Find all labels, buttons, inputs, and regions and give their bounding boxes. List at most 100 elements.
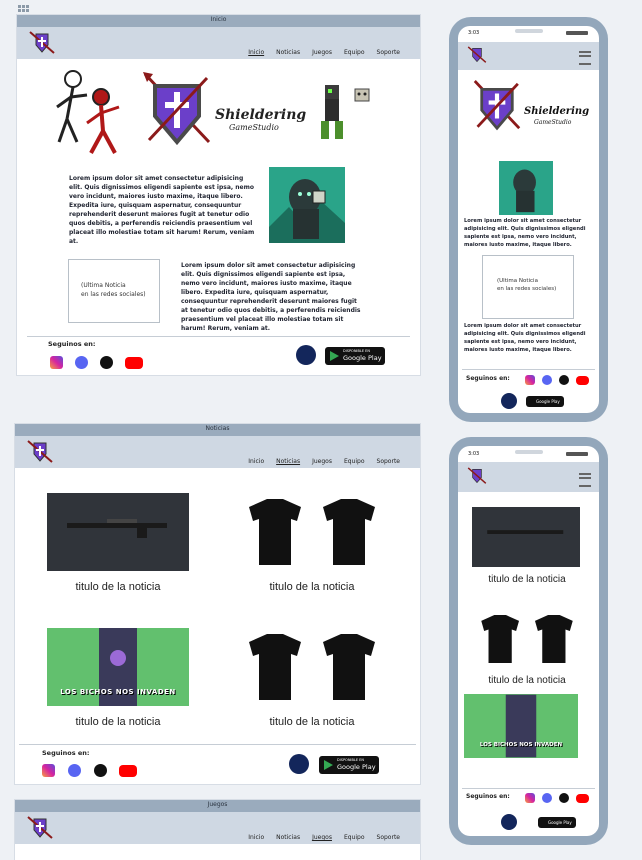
google-play-big: Google Play bbox=[337, 763, 376, 771]
phone-latest-news-line2: en las redes sociales) bbox=[497, 286, 557, 292]
phone-google-play-big: Google Play bbox=[536, 399, 560, 404]
phone-news-title-1[interactable]: titulo de la noticia bbox=[468, 574, 586, 585]
phone-discord-icon[interactable] bbox=[542, 793, 552, 803]
phone-logo-icon[interactable] bbox=[466, 465, 488, 487]
phone-screen: 3:03 Shieldering GameStudio Lorem ipsum … bbox=[458, 26, 599, 413]
hero-characters-left bbox=[53, 67, 128, 157]
phone-steam-icon[interactable] bbox=[501, 814, 517, 830]
nav-item-noticias[interactable]: Noticias bbox=[276, 458, 300, 465]
youtube-icon[interactable] bbox=[125, 357, 143, 369]
google-play-icon bbox=[330, 351, 339, 361]
logo-icon[interactable] bbox=[25, 814, 55, 842]
steam-icon[interactable] bbox=[296, 345, 316, 365]
phone-instagram-icon[interactable] bbox=[525, 793, 535, 803]
phone-google-play-button[interactable]: Google Play bbox=[526, 396, 564, 407]
youtube-icon[interactable] bbox=[119, 765, 137, 777]
phone-tiktok-icon[interactable] bbox=[559, 375, 569, 385]
nav-item-inicio[interactable]: Inicio bbox=[248, 834, 264, 841]
phone-status-icons bbox=[566, 31, 588, 35]
instagram-icon[interactable] bbox=[42, 764, 55, 777]
phone-tiktok-icon[interactable] bbox=[559, 793, 569, 803]
nav-item-noticias[interactable]: Noticias bbox=[276, 49, 300, 56]
phone-time: 3:03 bbox=[468, 451, 480, 457]
nav-item-noticias[interactable]: Noticias bbox=[276, 834, 300, 841]
phone-news-thumb-banner[interactable]: LOS BICHOS NOS INVADEN bbox=[464, 694, 578, 758]
instagram-icon[interactable] bbox=[50, 356, 63, 369]
latest-news-line1: (Ultima Noticia bbox=[81, 282, 126, 289]
nav-menu: Inicio Noticias Juegos Equipo Soporte bbox=[236, 448, 400, 467]
news-thumb-tshirt-1[interactable] bbox=[239, 493, 385, 571]
window-titlebar: Noticias bbox=[15, 424, 420, 443]
nav-item-equipo[interactable]: Equipo bbox=[344, 834, 365, 841]
news-banner-text: LOS BICHOS NOS INVADEN bbox=[60, 688, 176, 696]
window-title: Inicio bbox=[210, 16, 227, 23]
hamburger-menu-icon[interactable] bbox=[579, 473, 591, 487]
navbar: Inicio Noticias Juegos Equipo Soporte bbox=[15, 812, 420, 844]
phone-youtube-icon[interactable] bbox=[576, 376, 589, 385]
intro-text: Lorem ipsum dolor sit amet consectetur a… bbox=[69, 175, 255, 245]
phone-youtube-icon[interactable] bbox=[576, 794, 589, 803]
phone-news-thumb-rifle[interactable] bbox=[472, 507, 580, 567]
phone-status-icons bbox=[566, 452, 588, 456]
phone-google-play-button[interactable]: Google Play bbox=[538, 817, 576, 828]
phone-discord-icon[interactable] bbox=[542, 375, 552, 385]
news-title-3[interactable]: titulo de la noticia bbox=[47, 716, 189, 728]
news-title-4[interactable]: titulo de la noticia bbox=[239, 716, 385, 728]
phone-screen: 3:03 titulo de la noticia titulo de la n… bbox=[458, 446, 599, 836]
news-thumb-tshirt-2[interactable] bbox=[239, 628, 385, 706]
news-thumb-banner[interactable]: LOS BICHOS NOS INVADEN bbox=[47, 628, 189, 706]
phone-footer-follow: Seguinos en: bbox=[466, 793, 510, 800]
phone-mockup-noticias: 3:03 titulo de la noticia titulo de la n… bbox=[449, 437, 608, 845]
window-title: Noticias bbox=[205, 425, 230, 432]
phone-news-thumb-tshirt[interactable] bbox=[474, 610, 580, 668]
phone-logo-icon[interactable] bbox=[466, 44, 488, 66]
character-artwork bbox=[269, 167, 345, 243]
nav-item-soporte[interactable]: Soporte bbox=[377, 834, 400, 841]
phone-footer-divider bbox=[462, 788, 595, 789]
phone-news-banner-text: LOS BICHOS NOS INVADEN bbox=[479, 742, 563, 748]
hero-characters-right bbox=[317, 81, 377, 143]
nav-item-juegos[interactable]: Juegos bbox=[312, 458, 332, 465]
nav-item-juegos[interactable]: Juegos bbox=[312, 49, 332, 56]
tiktok-icon[interactable] bbox=[94, 764, 107, 777]
phone-notch bbox=[515, 29, 543, 33]
hamburger-menu-icon[interactable] bbox=[579, 51, 591, 65]
phone-steam-icon[interactable] bbox=[501, 393, 517, 409]
window-titlebar: Juegos bbox=[15, 800, 420, 819]
latest-news-box[interactable]: (Ultima Noticia en las redes sociales) bbox=[68, 259, 160, 323]
nav-item-equipo[interactable]: Equipo bbox=[344, 458, 365, 465]
tiktok-icon[interactable] bbox=[100, 356, 113, 369]
phone-intro-text: Lorem ipsum dolor sit amet consectetur a… bbox=[464, 218, 586, 248]
google-play-button[interactable]: DISPONIBLE EN Google Play bbox=[319, 756, 379, 774]
discord-icon[interactable] bbox=[68, 764, 81, 777]
google-play-icon bbox=[324, 760, 333, 770]
google-play-small: DISPONIBLE EN bbox=[337, 758, 364, 762]
phone-latest-news-line1: (Ultima Noticia bbox=[497, 278, 538, 284]
phone-news-title-2[interactable]: titulo de la noticia bbox=[468, 675, 586, 686]
nav-item-soporte[interactable]: Soporte bbox=[377, 49, 400, 56]
steam-icon[interactable] bbox=[289, 754, 309, 774]
google-play-button[interactable]: DISPONIBLE EN Google Play bbox=[325, 347, 385, 365]
discord-icon[interactable] bbox=[75, 356, 88, 369]
phone-latest-news-box[interactable]: (Ultima Noticia en las redes sociales) bbox=[482, 255, 574, 319]
phone-footer-follow: Seguinos en: bbox=[466, 375, 510, 382]
grid-icon bbox=[18, 2, 30, 14]
phone-instagram-icon[interactable] bbox=[525, 375, 535, 385]
nav-item-inicio[interactable]: Inicio bbox=[248, 458, 264, 465]
nav-item-soporte[interactable]: Soporte bbox=[377, 458, 400, 465]
footer-follow-label: Seguinos en: bbox=[42, 749, 90, 757]
news-thumb-rifle[interactable] bbox=[47, 493, 189, 571]
news-title-1[interactable]: titulo de la noticia bbox=[47, 581, 189, 593]
phone-time: 3:03 bbox=[468, 30, 480, 36]
nav-item-inicio[interactable]: Inicio bbox=[248, 49, 264, 56]
nav-item-equipo[interactable]: Equipo bbox=[344, 49, 365, 56]
nav-item-juegos[interactable]: Juegos bbox=[312, 834, 332, 841]
logo-icon[interactable] bbox=[27, 29, 57, 57]
navbar: Inicio Noticias Juegos Equipo Soporte bbox=[17, 27, 420, 59]
window-noticias: Noticias Inicio Noticias Juegos Equipo Sopor… bbox=[15, 424, 420, 784]
brand-subtitle: GameStudio bbox=[229, 123, 279, 132]
news-title-2[interactable]: titulo de la noticia bbox=[239, 581, 385, 593]
nav-menu: Inicio Noticias Juegos Equipo Soporte bbox=[236, 824, 400, 843]
phone-brand-logo bbox=[472, 78, 522, 134]
logo-icon[interactable] bbox=[25, 438, 55, 466]
